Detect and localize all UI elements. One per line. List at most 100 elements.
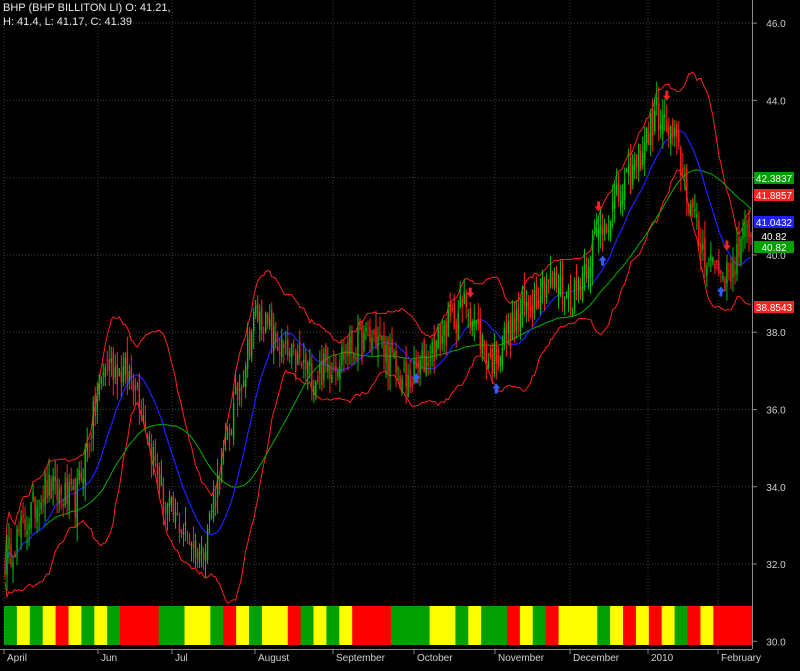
candle <box>343 338 345 373</box>
candle <box>527 294 530 322</box>
candle-body <box>204 551 207 562</box>
candle <box>658 86 660 142</box>
candle-body <box>539 295 542 310</box>
candle <box>184 506 187 542</box>
candle-body <box>525 302 528 312</box>
candle <box>277 331 279 352</box>
candle-body <box>447 310 449 337</box>
candle-body <box>489 352 492 357</box>
candle <box>525 289 528 323</box>
candle <box>301 360 303 370</box>
candle-body <box>571 313 574 316</box>
ribbon-segment <box>132 606 147 645</box>
candle <box>656 81 658 116</box>
candle-body <box>301 363 303 366</box>
green-ma-value-label: 42.3837 <box>754 172 794 185</box>
candle <box>650 108 652 157</box>
candle <box>491 342 494 384</box>
candle <box>553 267 556 291</box>
price-tick-label: 44.0 <box>766 96 786 107</box>
candle-body <box>716 260 718 263</box>
candle-body <box>226 433 229 435</box>
candle <box>557 273 560 309</box>
candle-body <box>429 360 431 362</box>
candle <box>421 342 423 370</box>
candle <box>573 276 576 315</box>
candle-body <box>654 110 656 132</box>
candle-body <box>613 195 616 209</box>
candle-body <box>186 531 189 533</box>
candle <box>569 274 572 316</box>
candle-body <box>273 325 275 351</box>
candle <box>297 343 299 366</box>
candle-body <box>184 521 187 526</box>
candle-body <box>662 114 664 134</box>
date-tick-label: 2010 <box>651 653 674 664</box>
candle-body <box>631 164 634 185</box>
candle <box>555 265 558 293</box>
ribbon-segment <box>68 606 82 645</box>
candle <box>12 554 14 583</box>
candle-body <box>214 499 217 507</box>
candle-body <box>102 372 104 375</box>
candle <box>76 467 78 542</box>
candle-body <box>349 336 351 355</box>
candle <box>88 441 90 458</box>
candle <box>535 276 538 311</box>
candle-body <box>222 448 225 450</box>
candle-body <box>483 340 485 349</box>
candle-body <box>515 310 518 331</box>
candle <box>487 353 489 370</box>
candle-body <box>62 503 64 507</box>
candle-body <box>112 352 114 381</box>
ribbon-segment <box>623 606 637 645</box>
candle <box>485 340 487 380</box>
ribbon-segment <box>352 606 366 645</box>
candle-body <box>140 410 143 417</box>
candle-body <box>459 296 461 309</box>
candle-body <box>702 244 704 250</box>
ribbon-segment <box>210 606 224 645</box>
candle <box>640 144 642 172</box>
candle <box>357 314 359 372</box>
date-tick-label: November <box>498 653 545 664</box>
ribbon-segment <box>519 606 534 645</box>
candle <box>281 328 283 363</box>
candle-body <box>218 479 221 490</box>
candle <box>30 502 32 535</box>
candle <box>279 338 281 368</box>
candle <box>156 453 159 486</box>
candle <box>437 323 439 350</box>
candle-body <box>561 275 564 299</box>
candle-body <box>615 184 618 195</box>
candle-body <box>168 497 171 507</box>
candle-body <box>238 387 241 392</box>
candle-body <box>152 447 155 466</box>
candle <box>473 304 475 341</box>
candle-body <box>595 229 598 235</box>
candle <box>32 483 34 503</box>
candle-body <box>375 327 377 346</box>
candle <box>493 332 496 378</box>
candle-body <box>202 553 205 560</box>
candle <box>220 447 223 484</box>
candle <box>678 120 680 150</box>
candle-body <box>176 512 179 515</box>
candle-body <box>353 355 355 358</box>
candle-body <box>644 142 646 160</box>
candle <box>38 499 40 531</box>
close-green-value-label: 40.82 <box>754 241 794 254</box>
candle <box>593 219 596 236</box>
candle <box>389 333 391 391</box>
candle <box>742 218 744 253</box>
candle-body <box>339 364 341 380</box>
candle-body <box>297 353 299 365</box>
candle <box>216 458 219 514</box>
candle <box>662 99 664 149</box>
candle-body <box>220 455 223 482</box>
candle-body <box>88 445 90 447</box>
candle <box>599 208 602 249</box>
candle-body <box>521 296 524 315</box>
candle <box>748 209 750 253</box>
candle <box>623 167 626 211</box>
